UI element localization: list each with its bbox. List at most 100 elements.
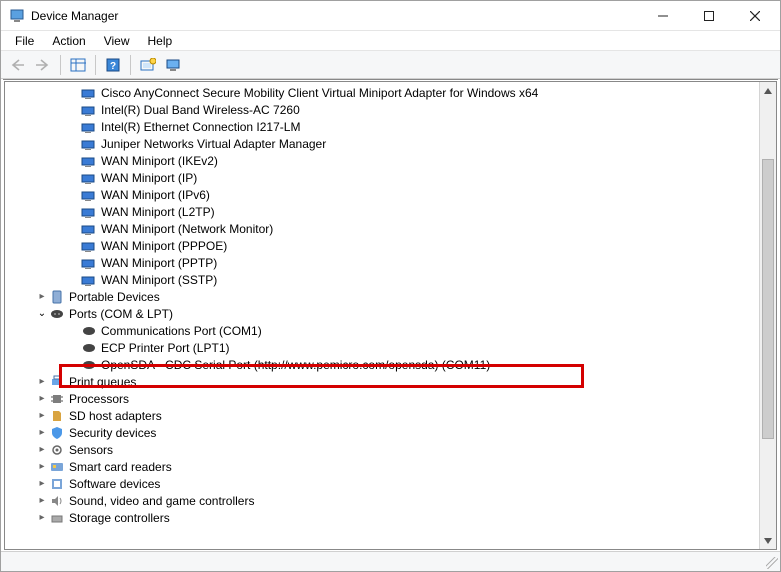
tree-item-label: Processors (69, 392, 129, 406)
maximize-button[interactable] (686, 1, 732, 30)
toolbar-separator (60, 55, 61, 75)
toolbar-separator (130, 55, 131, 75)
tree-item-network-adapter[interactable]: ▸Juniper Networks Virtual Adapter Manage… (5, 135, 759, 152)
tree-category-portable-devices[interactable]: ▸Portable Devices (5, 288, 759, 305)
expand-icon[interactable]: ▸ (35, 291, 49, 302)
scroll-thumb[interactable] (762, 159, 774, 439)
tree-category-storage[interactable]: ▸ Storage controllers (5, 509, 759, 526)
tree-item-network-adapter[interactable]: ▸WAN Miniport (IKEv2) (5, 152, 759, 169)
network-adapter-icon (81, 153, 97, 169)
tree-item-network-adapter[interactable]: ▸WAN Miniport (SSTP) (5, 271, 759, 288)
tree-item-label: Smart card readers (69, 460, 172, 474)
expand-icon[interactable]: ▸ (35, 393, 49, 404)
expand-icon[interactable]: ▸ (35, 495, 49, 506)
tree-category-print-queues[interactable]: ▸ Print queues (5, 373, 759, 390)
expand-icon[interactable]: ▸ (35, 427, 49, 438)
shield-icon (49, 425, 65, 441)
toolbar: ? (1, 51, 780, 79)
software-icon (49, 476, 65, 492)
tree-item-port[interactable]: ▸ECP Printer Port (LPT1) (5, 339, 759, 356)
tree-item-label: Communications Port (COM1) (101, 324, 262, 338)
tree-category-ports[interactable]: ⌄ Ports (COM & LPT) (5, 305, 759, 322)
menu-help[interactable]: Help (140, 33, 181, 49)
network-adapter-icon (81, 272, 97, 288)
device-tree[interactable]: ▸ Cisco AnyConnect Secure Mobility Client… (5, 82, 759, 549)
tree-item-network-adapter[interactable]: ▸Intel(R) Dual Band Wireless-AC 7260 (5, 101, 759, 118)
scroll-down-button[interactable] (760, 532, 776, 549)
tree-item-network-adapter[interactable]: ▸Intel(R) Ethernet Connection I217-LM (5, 118, 759, 135)
network-adapter-icon (81, 187, 97, 203)
tree-item-network-adapter[interactable]: ▸Cisco AnyConnect Secure Mobility Client… (5, 84, 759, 101)
tree-item-label: ECP Printer Port (LPT1) (101, 341, 229, 355)
menubar: File Action View Help (1, 31, 780, 51)
help-button[interactable]: ? (101, 54, 125, 76)
svg-text:?: ? (110, 61, 116, 72)
network-adapter-icon (81, 255, 97, 271)
minimize-button[interactable] (640, 1, 686, 30)
tree-item-port-opensda[interactable]: ▸OpenSDA - CDC Serial Port (http://www.p… (5, 356, 759, 373)
tree-item-network-adapter[interactable]: ▸WAN Miniport (PPTP) (5, 254, 759, 271)
content-area: ▸ Cisco AnyConnect Secure Mobility Client… (3, 79, 778, 551)
tree-category-security[interactable]: ▸ Security devices (5, 424, 759, 441)
smartcard-icon (49, 459, 65, 475)
tree-item-label: WAN Miniport (L2TP) (101, 205, 215, 219)
close-button[interactable] (732, 1, 778, 30)
tree-item-label: Software devices (69, 477, 160, 491)
tree-item-label: WAN Miniport (IP) (101, 171, 197, 185)
tree-category-sd-host[interactable]: ▸ SD host adapters (5, 407, 759, 424)
scan-hardware-button[interactable] (136, 54, 160, 76)
speaker-icon (49, 493, 65, 509)
scroll-track[interactable] (760, 99, 776, 532)
expand-icon[interactable]: ▸ (35, 478, 49, 489)
tree-item-label: WAN Miniport (IKEv2) (101, 154, 218, 168)
tree-item-label: Intel(R) Ethernet Connection I217-LM (101, 120, 300, 134)
collapse-icon[interactable]: ⌄ (35, 308, 49, 319)
network-adapter-icon (81, 85, 97, 101)
tree-item-label: Storage controllers (69, 511, 170, 525)
tree-item-network-adapter[interactable]: ▸WAN Miniport (IPv6) (5, 186, 759, 203)
window-title: Device Manager (31, 9, 118, 23)
tree-item-label: WAN Miniport (IPv6) (101, 188, 210, 202)
tree-category-processors[interactable]: ▸ Processors (5, 390, 759, 407)
expand-icon[interactable]: ▸ (35, 376, 49, 387)
tree-item-port[interactable]: ▸Communications Port (COM1) (5, 322, 759, 339)
network-adapter-icon (81, 136, 97, 152)
menu-file[interactable]: File (7, 33, 42, 49)
show-hide-tree-button[interactable] (66, 54, 90, 76)
tree-item-label: Juniper Networks Virtual Adapter Manager (101, 137, 326, 151)
devices-by-connection-button[interactable] (162, 54, 186, 76)
tree-item-label: SD host adapters (69, 409, 162, 423)
expand-icon[interactable]: ▸ (35, 461, 49, 472)
tree-item-label: OpenSDA - CDC Serial Port (http://www.pe… (101, 358, 490, 372)
tree-item-label: Security devices (69, 426, 156, 440)
expand-icon[interactable]: ▸ (35, 444, 49, 455)
expand-icon[interactable]: ▸ (35, 410, 49, 421)
network-adapter-icon (81, 119, 97, 135)
tree-item-label: Cisco AnyConnect Secure Mobility Client … (101, 86, 538, 100)
tree-item-network-adapter[interactable]: ▸WAN Miniport (PPPOE) (5, 237, 759, 254)
tree-category-smartcard[interactable]: ▸ Smart card readers (5, 458, 759, 475)
tree-item-network-adapter[interactable]: ▸WAN Miniport (Network Monitor) (5, 220, 759, 237)
ports-icon (49, 306, 65, 322)
tree-item-label: Print queues (69, 375, 136, 389)
tree-category-software[interactable]: ▸ Software devices (5, 475, 759, 492)
back-button[interactable] (5, 54, 29, 76)
tree-category-sensors[interactable]: ▸Sensors (5, 441, 759, 458)
vertical-scrollbar[interactable] (759, 82, 776, 549)
forward-button[interactable] (31, 54, 55, 76)
port-icon (81, 357, 97, 373)
tree-category-sound[interactable]: ▸Sound, video and game controllers (5, 492, 759, 509)
tree-item-network-adapter[interactable]: ▸WAN Miniport (IP) (5, 169, 759, 186)
scroll-up-button[interactable] (760, 82, 776, 99)
tree-item-network-adapter[interactable]: ▸WAN Miniport (L2TP) (5, 203, 759, 220)
menu-action[interactable]: Action (44, 33, 93, 49)
tree-item-label: WAN Miniport (SSTP) (101, 273, 217, 287)
network-adapter-icon (81, 238, 97, 254)
network-adapter-icon (81, 204, 97, 220)
tree-item-label: Ports (COM & LPT) (69, 307, 173, 321)
expand-icon[interactable]: ▸ (35, 512, 49, 523)
tree-viewport: ▸ Cisco AnyConnect Secure Mobility Client… (4, 81, 777, 550)
window-controls (640, 1, 778, 30)
menu-view[interactable]: View (96, 33, 138, 49)
app-icon (9, 8, 25, 24)
